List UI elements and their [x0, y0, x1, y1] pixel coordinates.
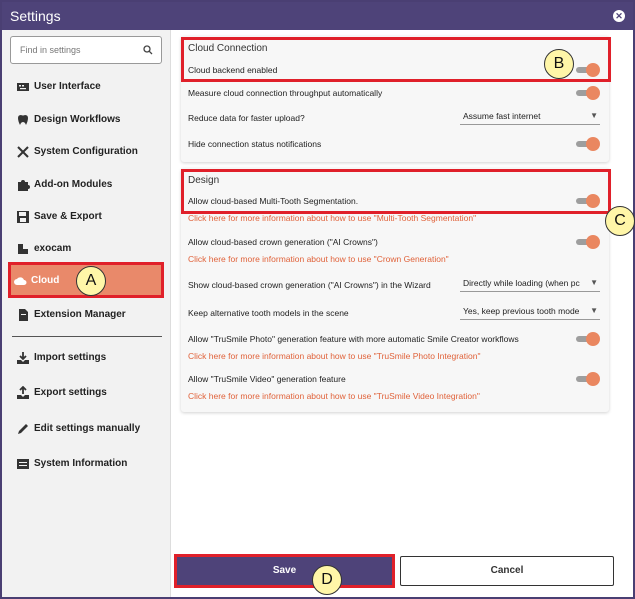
- floppy-icon: [17, 211, 29, 223]
- search-icon: [143, 45, 153, 55]
- puzzle-icon: [18, 180, 30, 191]
- crown-generation-toggle[interactable]: [576, 235, 600, 249]
- sidebar-item-label: System Configuration: [34, 146, 138, 157]
- sidebar-divider: [12, 336, 162, 337]
- close-icon[interactable]: ✕: [613, 10, 625, 22]
- sidebar-item-label: User Interface: [34, 81, 101, 92]
- sidebar-item-label: Add-on Modules: [34, 179, 113, 190]
- save-button[interactable]: Save: [176, 556, 393, 586]
- sidebar-item-label: Import settings: [34, 352, 107, 363]
- alternative-tooth-select[interactable]: Yes, keep previous tooth mode ▼: [460, 304, 600, 320]
- settings-content: Cloud Connection Cloud backend enabled M…: [172, 30, 633, 597]
- sidebar-item-edit-settings-manually[interactable]: Edit settings manually: [12, 414, 162, 444]
- trusmile-photo-info-link[interactable]: Click here for more information about ho…: [188, 351, 481, 361]
- sidebar-item-label: Design Workflows: [34, 114, 121, 125]
- export-icon: [17, 386, 29, 399]
- extension-icon: [19, 309, 28, 321]
- search-placeholder: Find in settings: [20, 45, 81, 55]
- sidebar-item-user-interface[interactable]: User Interface: [12, 72, 162, 102]
- chevron-down-icon: ▼: [590, 306, 598, 315]
- sidebar-item-label: Export settings: [34, 387, 107, 398]
- import-icon: [17, 352, 29, 364]
- trusmile-video-toggle[interactable]: [576, 372, 600, 386]
- sidebar-item-label: Cloud: [31, 275, 60, 286]
- camera-icon: [18, 244, 28, 254]
- cloud-backend-toggle[interactable]: [576, 63, 600, 77]
- measure-throughput-label: Measure cloud connection throughput auto…: [188, 88, 383, 98]
- multitooth-label: Allow cloud-based Multi-Tooth Segmentati…: [188, 196, 359, 206]
- sidebar-item-label: Extension Manager: [34, 309, 126, 320]
- cloud-connection-card: Cloud Connection Cloud backend enabled M…: [181, 36, 609, 162]
- hide-notifications-label: Hide connection status notifications: [188, 139, 322, 149]
- marker-b: B: [544, 49, 574, 79]
- section-title-design: Design: [188, 175, 220, 186]
- trusmile-video-info-link[interactable]: Click here for more information about ho…: [188, 391, 480, 401]
- sidebar-item-design-workflows[interactable]: Design Workflows: [12, 105, 162, 135]
- hide-notifications-toggle[interactable]: [576, 137, 600, 151]
- sidebar-item-save-export[interactable]: Save & Export: [12, 202, 162, 232]
- crown-generation-info-link[interactable]: Click here for more information about ho…: [188, 254, 449, 264]
- cloud-icon: [14, 277, 27, 285]
- wizard-crown-label: Show cloud-based crown generation ("AI C…: [188, 280, 431, 290]
- sidebar-item-label: Save & Export: [34, 211, 102, 222]
- alternative-tooth-label: Keep alternative tooth models in the sce…: [188, 308, 349, 318]
- chevron-down-icon: ▼: [590, 111, 598, 120]
- chevron-down-icon: ▼: [590, 278, 598, 287]
- wizard-crown-select[interactable]: Directly while loading (when pc ▼: [460, 276, 600, 292]
- sidebar-item-import-settings[interactable]: Import settings: [12, 343, 162, 373]
- sidebar-item-extension-manager[interactable]: Extension Manager: [12, 300, 162, 330]
- sidebar-item-label: System Information: [34, 458, 128, 469]
- alternative-tooth-value: Yes, keep previous tooth mode: [463, 306, 580, 316]
- reduce-data-value: Assume fast internet: [463, 111, 541, 121]
- sidebar-item-add-on-modules[interactable]: Add-on Modules: [12, 170, 162, 200]
- design-card: Design Allow cloud-based Multi-Tooth Seg…: [181, 168, 609, 412]
- reduce-data-label: Reduce data for faster upload?: [188, 113, 305, 123]
- title-bar: Settings ✕: [2, 2, 633, 30]
- cancel-button[interactable]: Cancel: [400, 556, 614, 586]
- section-title-cloud-connection: Cloud Connection: [188, 43, 268, 54]
- sidebar-item-system-configuration[interactable]: System Configuration: [12, 137, 162, 167]
- trusmile-photo-toggle[interactable]: [576, 332, 600, 346]
- marker-a: A: [76, 266, 106, 296]
- crown-generation-label: Allow cloud-based crown generation ("AI …: [188, 237, 378, 247]
- marker-c: C: [605, 206, 635, 236]
- settings-window: Settings ✕ Find in settings User Interfa…: [0, 0, 635, 599]
- sidebar-item-label: Edit settings manually: [34, 423, 141, 434]
- sidebar-item-export-settings[interactable]: Export settings: [12, 378, 162, 408]
- marker-d: D: [312, 565, 342, 595]
- reduce-data-select[interactable]: Assume fast internet ▼: [460, 109, 600, 125]
- keyboard-icon: [17, 83, 29, 91]
- sidebar-item-system-information[interactable]: System Information: [12, 449, 162, 479]
- trusmile-video-label: Allow "TruSmile Video" generation featur…: [188, 374, 346, 384]
- sidebar-item-exocam[interactable]: exocam: [12, 234, 162, 264]
- cloud-backend-label: Cloud backend enabled: [188, 65, 278, 75]
- measure-throughput-toggle[interactable]: [576, 86, 600, 100]
- info-icon: [17, 459, 29, 469]
- multitooth-toggle[interactable]: [576, 194, 600, 208]
- trusmile-photo-label: Allow "TruSmile Photo" generation featur…: [188, 334, 519, 344]
- sidebar-item-label: exocam: [34, 243, 72, 254]
- tools-icon: [17, 146, 29, 158]
- multitooth-info-link[interactable]: Click here for more information about ho…: [188, 213, 476, 223]
- wizard-crown-value: Directly while loading (when pc: [463, 278, 580, 288]
- tooth-icon: [18, 115, 28, 125]
- sidebar: Find in settings User Interface Design W…: [2, 30, 171, 597]
- pencil-icon: [18, 424, 28, 434]
- search-input[interactable]: Find in settings: [10, 36, 162, 64]
- window-title: Settings: [10, 8, 61, 24]
